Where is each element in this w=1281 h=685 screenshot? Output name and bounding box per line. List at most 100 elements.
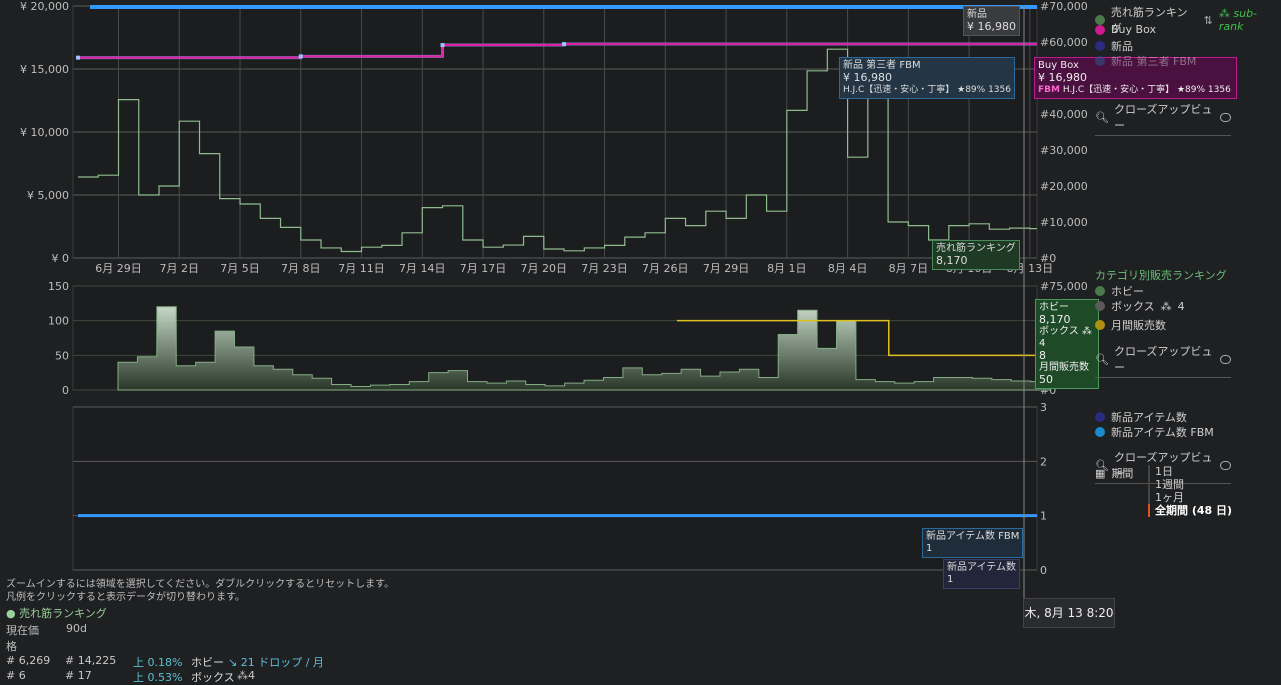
hobby-dot-icon [1095,286,1105,296]
closeup-label: クローズアップビュー [1113,103,1213,132]
legend-new[interactable]: 新品 [1095,38,1133,54]
period-selector: 1日 1週間 1ヶ月 全期間 (48 日) [1148,465,1232,517]
legend-hint: 凡例をクリックすると表示データが切り替わります。 [6,592,245,603]
toggle-icon[interactable] [1219,112,1231,122]
category-rank-title: カテゴリ別販売ランキング [1095,269,1227,282]
sitemap-icon: ⁂ [1160,299,1172,313]
legend-new-label: 新品 [1111,40,1133,53]
x-tick-label: 7月 29日 [703,262,750,275]
y-tick-label: 50 [55,349,69,362]
stat-90d: # 14,225 [65,654,117,667]
y2-tick-label: #20,000 [1040,180,1088,193]
tooltip-new-count: 新品アイテム数 1 [943,559,1020,589]
legend-new-items-fbm-label: 新品アイテム数 FBM [1111,426,1214,439]
stat-cnt: 4 [248,669,255,682]
legend-monthly-label: 月間販売数 [1111,319,1166,332]
fbm-tag: FBM [1038,85,1060,95]
stat-cat: ボックス [191,671,235,684]
col-90d: 90d [66,622,87,635]
legend-new-fbm[interactable]: 新品 第三者 FBM [1095,53,1196,69]
stat-current: # 6 [6,669,26,682]
y-tick-label: 100 [48,315,69,328]
x-tick-label: 8月 1日 [767,262,807,275]
x-tick-label: 7月 5日 [220,262,260,275]
x-tick-label: 7月 20日 [521,262,568,275]
price-y-axis-left: ¥ 20,000 ¥ 15,000 ¥ 10,000 ¥ 5,000 ¥ 0 [20,0,69,265]
y2-tick-label: #40,000 [1040,108,1088,121]
x-tick-label: 7月 14日 [399,262,446,275]
legend-buybox-label: Buy Box [1111,23,1156,36]
legend-new-items[interactable]: 新品アイテム数 [1095,409,1187,425]
offer-y-axis-right: 3 2 1 0 [1040,401,1047,577]
legend-hobby[interactable]: ホビー [1095,283,1144,299]
price-point-marker [440,43,445,48]
period-all[interactable]: 全期間 (48 日) [1148,504,1232,517]
new-items-dot-icon [1095,412,1105,422]
col-current-2: 格 [6,640,17,653]
stat-pct: 上 0.53% [133,671,183,684]
legend-new-fbm-label: 新品 第三者 FBM [1111,55,1197,68]
date-tooltip: 木, 8月 13 8:20 [1023,598,1115,628]
sort-icon[interactable]: ⇅ [1204,14,1213,27]
sub-rank-link[interactable]: ⁂ sub-rank [1219,7,1281,33]
y-tick-label: ¥ 15,000 [20,63,69,76]
tooltip-new-fbm: 新品 第三者 FBM ¥ 16,980 H.J.C【迅速・安心・丁寧】 ★89% … [839,57,1015,99]
legend-new-items-fbm[interactable]: 新品アイテム数 FBM [1095,424,1214,440]
y-tick-label: ¥ 10,000 [20,126,69,139]
x-tick-label: 8月 4日 [828,262,868,275]
offer-count-plot-area[interactable] [72,406,1038,571]
sitemap-icon: ⁂ [1218,7,1230,20]
price-point-marker [76,55,80,60]
buybox-dot-icon [1095,24,1105,35]
closeup-view-toggle-2[interactable]: 🔍︎ クローズアップビュー [1095,343,1231,378]
y2-tick-label: 0 [1040,564,1047,577]
stats-row-1: # 6,269 # 14,225 上 0.18% ホビー ↘ 21 ドロップ /… [6,654,324,670]
legend-hobby-label: ホビー [1111,285,1144,298]
period-label-row: ▦ 期間 [1095,465,1133,481]
x-tick-label: 7月 17日 [460,262,507,275]
date-x-axis: 6月 29日 7月 2日 7月 5日 7月 8日 7月 11日 7月 14日 7月 17日 7… [95,262,1053,275]
y2-tick-label: #75,000 [1040,280,1088,293]
stats-row-2: # 6 # 17 上 0.53% ボックス ⁂ 4 [6,669,255,685]
y2-tick-label: 1 [1040,510,1047,523]
search-icon: 🔍︎ [1095,352,1109,366]
price-point-marker [298,54,303,59]
sales-y-axis-left: 150 100 50 0 [48,280,69,397]
y2-tick-label: #60,000 [1040,36,1088,49]
stat-90d: # 17 [65,669,92,682]
x-tick-label: 7月 26日 [642,262,689,275]
new-fbm-dot-icon [1095,56,1105,66]
period-label: 期間 [1111,467,1134,480]
y2-tick-label: #70,000 [1040,0,1088,13]
x-tick-label: 7月 23日 [581,262,628,275]
legend-box[interactable]: ボックス ⁂ 4 [1095,298,1185,314]
stat-drops-label: 21 ドロップ / 月 [240,656,324,669]
y2-tick-label: #10,000 [1040,216,1088,229]
y-tick-label: 150 [48,280,69,293]
closeup-view-toggle-1[interactable]: 🔍︎ クローズアップビュー [1095,101,1231,136]
legend-buybox[interactable]: Buy Box [1095,23,1156,36]
new-dot-icon [1095,41,1105,51]
period-1w[interactable]: 1週間 [1155,478,1232,491]
box-count: 4 [1177,299,1185,313]
stat-current: # 6,269 [6,654,51,667]
x-tick-label: 7月 2日 [160,262,200,275]
stat-pct: 上 0.18% [133,656,183,669]
stats-section-title: ● 売れ筋ランキング [6,607,107,620]
box-dot-icon [1095,301,1105,311]
legend-monthly[interactable]: 月間販売数 [1095,317,1166,333]
period-1m[interactable]: 1ヶ月 [1155,491,1232,504]
legend-new-items-label: 新品アイテム数 [1111,411,1187,424]
x-tick-label: 8月 7日 [889,262,929,275]
y-tick-label: ¥ 20,000 [20,0,69,13]
new-items-fbm-dot-icon [1095,427,1105,437]
price-point-marker [562,42,567,47]
price-y-axis-right: #70,000#60,000#50,000#40,000#30,000#20,0… [1040,0,1088,265]
tooltip-category: ホビー 8,170 ボックス ⁂ 4 8 月間販売数 50 [1035,299,1099,389]
monthly-dot-icon [1095,320,1105,330]
y-tick-label: ¥ 0 [52,252,70,265]
toggle-icon[interactable] [1219,354,1231,364]
y2-tick-label: #30,000 [1040,144,1088,157]
x-tick-label: 7月 8日 [281,262,321,275]
period-1d[interactable]: 1日 [1155,465,1232,478]
